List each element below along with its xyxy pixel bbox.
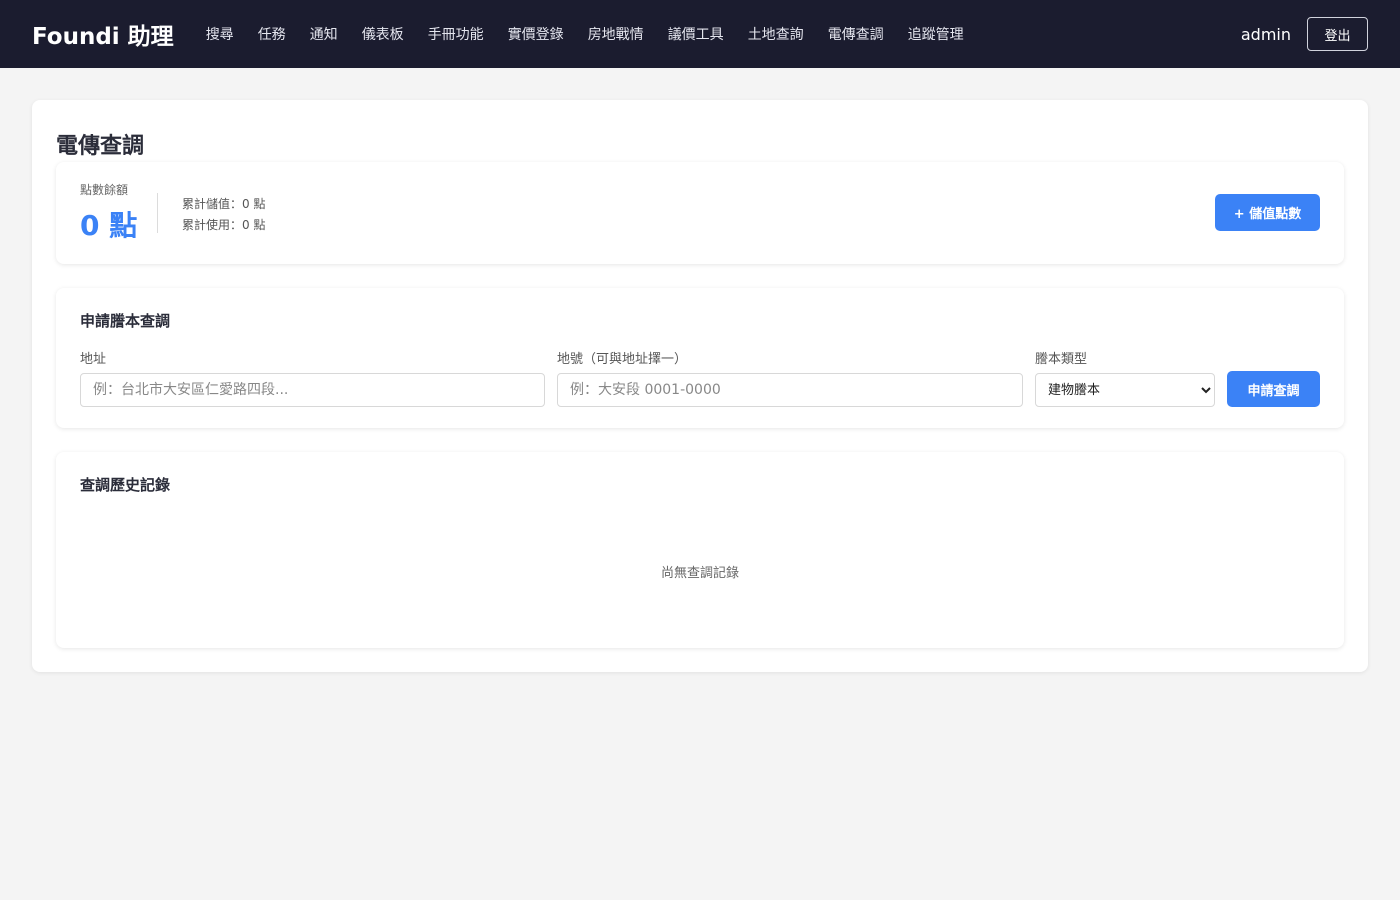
transcript-type-select[interactable]: 建物謄本 <box>1035 373 1215 407</box>
nav-link-notifications[interactable]: 通知 <box>310 24 338 44</box>
address-input[interactable] <box>80 373 545 407</box>
lot-number-label: 地號（可與地址擇一） <box>557 352 688 367</box>
nav-link-search[interactable]: 搜尋 <box>206 24 234 44</box>
address-label: 地址 <box>80 352 107 367</box>
total-used-stat: 累計使用：0 點 <box>182 218 266 232</box>
nav-link-dashboard[interactable]: 儀表板 <box>362 24 404 44</box>
nav-link-real-estate-intel[interactable]: 房地戰情 <box>588 24 644 44</box>
balance-card: 點數餘額 0 點 累計儲值：0 點 累計使用：0 點 + 儲值點數 <box>56 162 1344 264</box>
apply-section-title: 申請謄本查調 <box>80 312 171 330</box>
nav-link-telequery[interactable]: 電傳查調 <box>828 24 884 44</box>
history-section-title: 查調歷史記錄 <box>80 476 171 494</box>
balance-divider <box>157 193 158 233</box>
nav-links: 搜尋 任務 通知 儀表板 手冊功能 實價登錄 房地戰情 議價工具 土地查詢 電傳… <box>194 24 976 44</box>
nav-link-price-registry[interactable]: 實價登錄 <box>508 24 564 44</box>
top-navbar: Foundi 助理 搜尋 任務 通知 儀表板 手冊功能 實價登錄 房地戰情 議價… <box>0 0 1400 68</box>
empty-history-message: 尚無查調記錄 <box>660 566 739 581</box>
main-card: 電傳查調 點數餘額 0 點 累計儲值：0 點 累計使用：0 點 + 儲值點數 申… <box>32 100 1368 672</box>
history-card: 查調歷史記錄 尚無查調記錄 <box>56 452 1344 648</box>
username: admin <box>1240 24 1291 44</box>
nav-link-tasks[interactable]: 任務 <box>258 24 286 44</box>
brand-logo[interactable]: Foundi 助理 <box>32 17 174 51</box>
nav-link-manual[interactable]: 手冊功能 <box>428 24 484 44</box>
nav-link-land-query[interactable]: 土地查詢 <box>748 24 804 44</box>
lot-number-input[interactable] <box>557 373 1023 407</box>
transcript-type-label: 謄本類型 <box>1035 352 1088 367</box>
submit-query-button[interactable]: 申請查調 <box>1227 371 1320 407</box>
topup-button[interactable]: + 儲值點數 <box>1215 194 1320 231</box>
nav-link-bargain-tools[interactable]: 議價工具 <box>668 24 724 44</box>
balance-value: 0 點 <box>80 209 138 242</box>
nav-user-area: admin 登出 <box>1241 17 1368 51</box>
nav-link-tracking[interactable]: 追蹤管理 <box>908 24 964 44</box>
apply-card: 申請謄本查調 地址 地號（可與地址擇一） 謄本類型 建物謄本 申請查調 <box>56 288 1344 428</box>
total-topup-stat: 累計儲值：0 點 <box>182 197 266 211</box>
logout-button[interactable]: 登出 <box>1307 17 1368 51</box>
balance-label: 點數餘額 <box>80 183 129 197</box>
page-title: 電傳查調 <box>56 134 145 159</box>
